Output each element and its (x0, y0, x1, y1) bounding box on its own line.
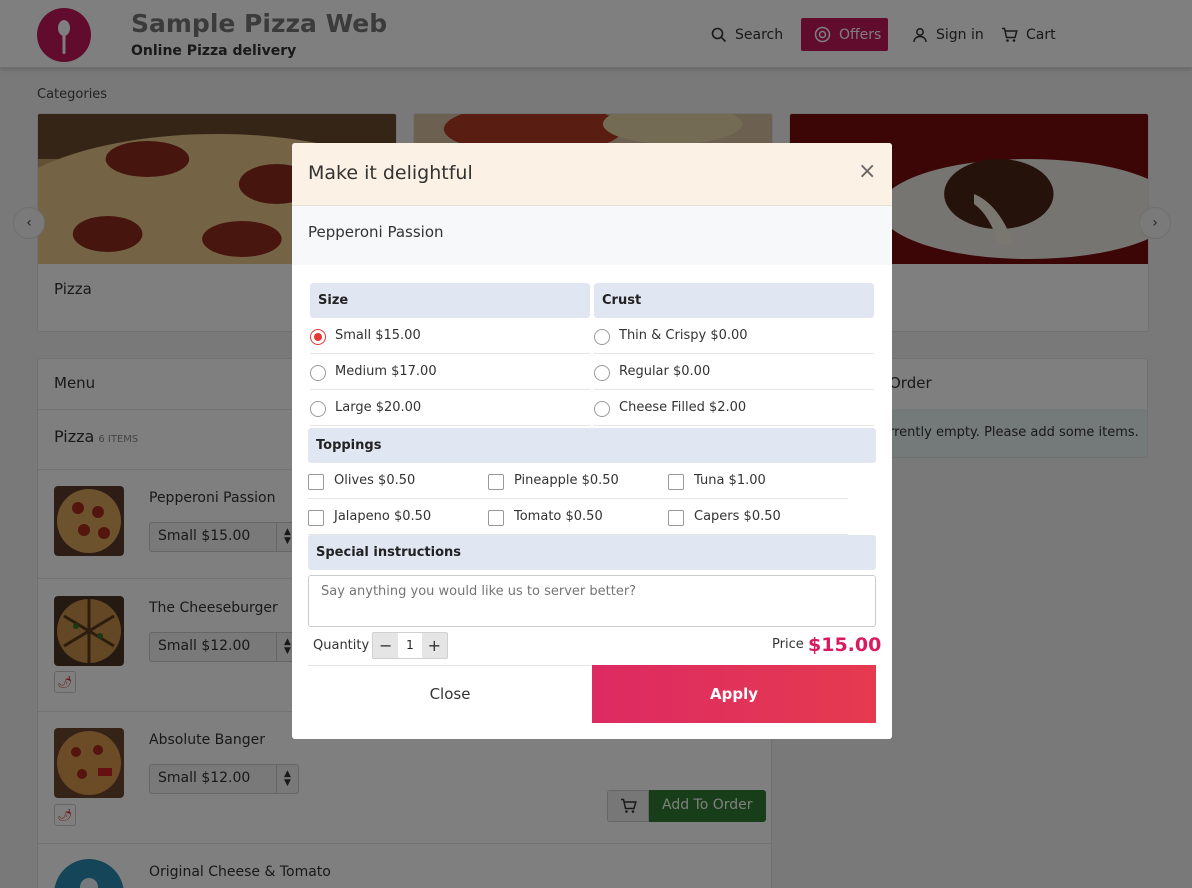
topping-label: Jalapeno $0.50 (334, 509, 432, 524)
quantity-stepper[interactable]: − 1 + (372, 632, 448, 659)
radio-icon[interactable] (594, 401, 610, 417)
crust-option-regular[interactable]: Regular $0.00 (594, 354, 874, 390)
topping-olives[interactable]: Olives $0.50 (308, 463, 488, 499)
crust-option-label: Cheese Filled $2.00 (619, 400, 747, 415)
size-option-label: Large $20.00 (335, 400, 422, 415)
radio-icon[interactable] (594, 329, 610, 345)
checkbox-icon[interactable] (668, 509, 684, 526)
apply-button[interactable]: Apply (592, 665, 876, 723)
topping-label: Olives $0.50 (334, 473, 416, 488)
crust-option-label: Regular $0.00 (619, 364, 711, 379)
topping-label: Pineapple $0.50 (514, 473, 619, 488)
crust-heading: Crust (594, 283, 874, 318)
crust-option-thin[interactable]: Thin & Crispy $0.00 (594, 318, 874, 354)
customize-modal: Make it delightful × Pepperoni Passion S… (292, 143, 892, 739)
radio-icon[interactable] (594, 365, 610, 381)
plus-icon[interactable]: + (422, 636, 447, 655)
topping-label: Capers $0.50 (694, 509, 781, 524)
size-heading: Size (310, 283, 590, 318)
topping-jalapeno[interactable]: Jalapeno $0.50 (308, 499, 488, 535)
size-option-label: Medium $17.00 (335, 364, 437, 379)
price-label: Price (772, 637, 804, 652)
quantity-value[interactable]: 1 (398, 633, 422, 658)
modal-product-name: Pepperoni Passion (308, 223, 444, 241)
size-option-large[interactable]: Large $20.00 (310, 390, 590, 426)
modal-title: Make it delightful (308, 162, 473, 184)
checkbox-icon[interactable] (308, 509, 324, 526)
topping-tomato[interactable]: Tomato $0.50 (488, 499, 668, 535)
topping-label: Tomato $0.50 (514, 509, 603, 524)
topping-label: Tuna $1.00 (694, 473, 766, 488)
radio-selected-icon[interactable] (310, 329, 326, 345)
crust-option-label: Thin & Crispy $0.00 (619, 328, 748, 343)
checkbox-icon[interactable] (488, 509, 504, 526)
instructions-heading: Special instructions (308, 535, 876, 570)
size-option-medium[interactable]: Medium $17.00 (310, 354, 590, 390)
minus-icon[interactable]: − (373, 636, 398, 655)
checkbox-icon[interactable] (488, 473, 504, 490)
size-option-small[interactable]: Small $15.00 (310, 318, 590, 354)
special-instructions-input[interactable] (308, 575, 876, 627)
crust-option-cheese[interactable]: Cheese Filled $2.00 (594, 390, 874, 426)
checkbox-icon[interactable] (668, 473, 684, 490)
close-button[interactable]: Close (308, 665, 592, 723)
topping-pineapple[interactable]: Pineapple $0.50 (488, 463, 668, 499)
toppings-heading: Toppings (308, 428, 876, 463)
radio-icon[interactable] (310, 365, 326, 381)
quantity-label: Quantity (313, 638, 370, 653)
topping-tuna[interactable]: Tuna $1.00 (668, 463, 848, 499)
checkbox-icon[interactable] (308, 473, 324, 490)
size-option-label: Small $15.00 (335, 328, 421, 343)
radio-icon[interactable] (310, 401, 326, 417)
price-value: $15.00 (808, 634, 882, 656)
close-icon[interactable]: × (858, 161, 876, 183)
topping-capers[interactable]: Capers $0.50 (668, 499, 848, 535)
